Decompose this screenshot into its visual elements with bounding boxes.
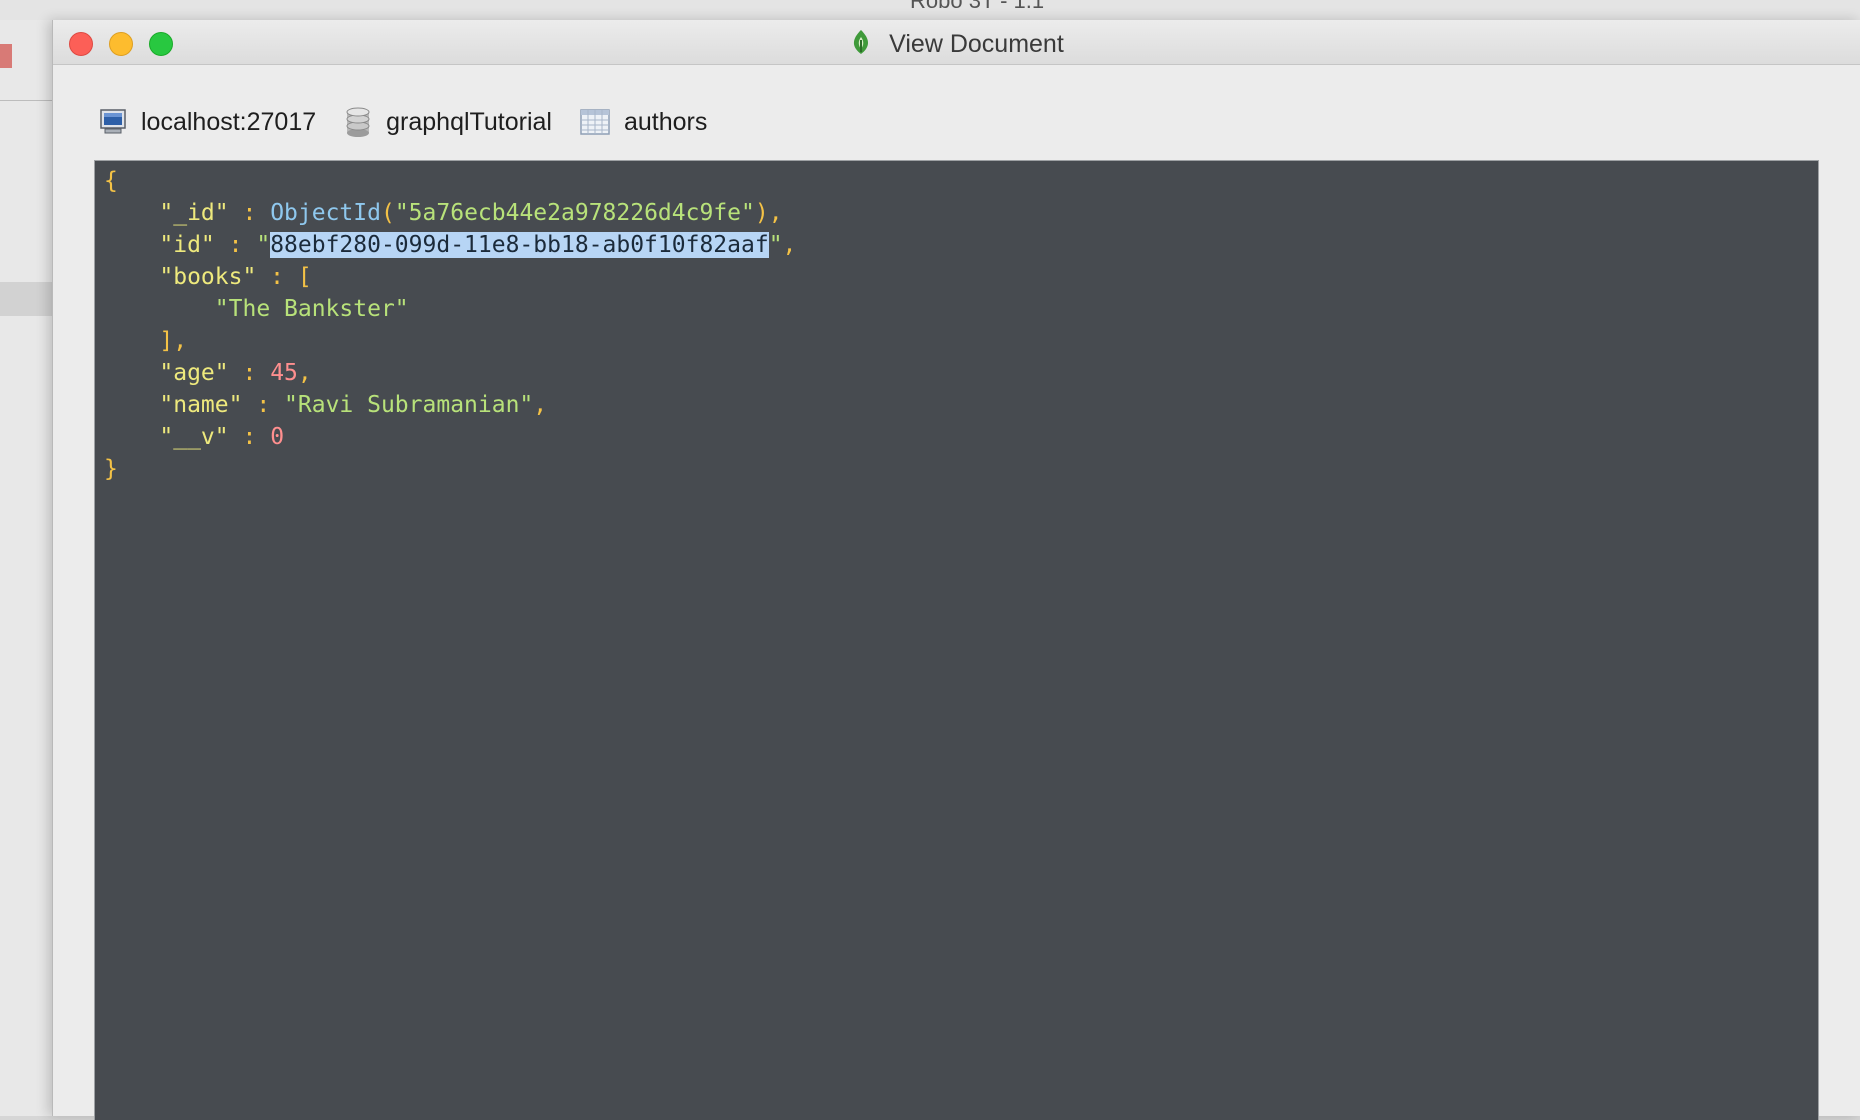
json-key-age: "age" [159,360,229,386]
computer-icon [100,109,126,134]
breadcrumb-host: localhost:27017 [99,108,316,137]
json-value-age: 45 [270,360,298,386]
json-objectid-func: ObjectId [270,200,381,226]
background-divider [0,100,52,101]
breadcrumb-collection: authors [580,108,707,137]
json-open-brace: { [104,168,118,194]
json-key-books: "books" [159,264,257,290]
json-value-__v: 0 [270,424,285,450]
json-key-__v: "__v" [159,424,229,450]
json-close-brace: } [104,456,118,482]
json-value-name: "Ravi Subramanian" [284,392,534,418]
view-document-window: View Document localhost:27017 graphqlTut… [52,20,1860,1120]
document-json[interactable]: { "_id" : ObjectId("5a76ecb44e2a978226d4… [104,165,796,485]
database-icon [346,107,370,137]
breadcrumb-database-label: graphqlTutorial [386,107,552,136]
background-titlebar: Robo 3T - 1.1 [0,0,1860,20]
background-window-title: Robo 3T - 1.1 [910,0,1045,13]
json-key-_id: "_id" [159,200,229,226]
window-title-area: View Document [53,29,1860,62]
json-key-name: "name" [159,392,243,418]
json-key-id: "id" [159,232,215,258]
breadcrumb-database: graphqlTutorial [344,106,552,138]
breadcrumb: localhost:27017 graphqlTutorial authors [99,104,735,140]
robo3t-leaf-icon [850,29,872,62]
json-value-id-selected[interactable]: 88ebf280-099d-11e8-bb18-ab0f10f82aaf [270,232,769,258]
json-value-_id: "5a76ecb44e2a978226d4c9fe" [394,200,755,226]
breadcrumb-host-label: localhost:27017 [141,107,317,136]
document-json-editor[interactable]: { "_id" : ObjectId("5a76ecb44e2a978226d4… [94,160,1819,1120]
collection-table-icon [580,109,610,135]
background-selected-row [0,282,52,316]
json-books-item: "The Bankster" [214,296,409,322]
background-sidebar [0,20,52,1116]
background-red-tab [0,44,12,68]
window-titlebar[interactable]: View Document [53,20,1860,65]
window-title: View Document [889,30,1064,58]
breadcrumb-collection-label: authors [623,107,708,136]
